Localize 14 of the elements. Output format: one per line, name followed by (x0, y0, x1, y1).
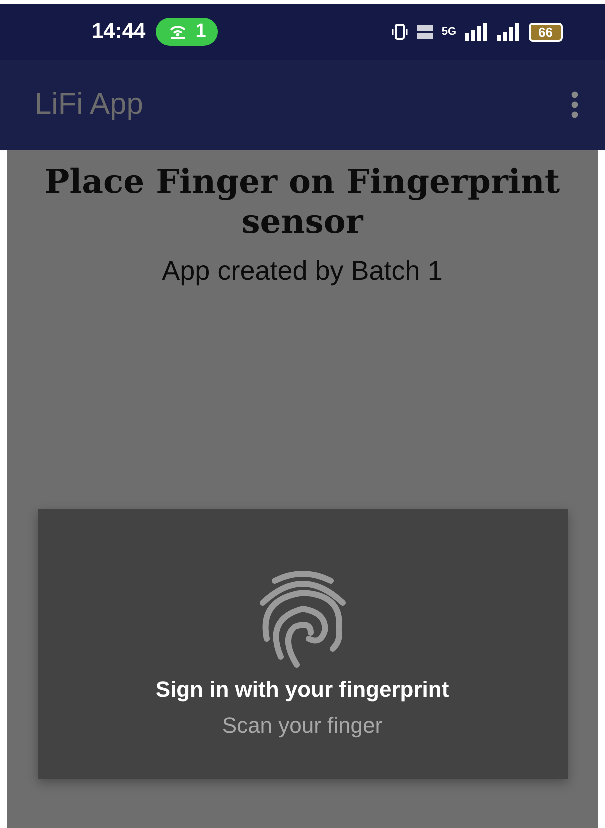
dialog-message: Scan your finger (222, 713, 383, 739)
dialog-title: Sign in with your fingerprint (156, 677, 450, 703)
hotspot-icon (168, 24, 188, 40)
hotspot-badge: 1 (156, 18, 218, 46)
app-title: LiFi App (35, 88, 144, 122)
more-menu-icon[interactable] (571, 91, 579, 119)
clock-time: 14:44 (92, 20, 146, 44)
heading: Place Finger on Fingerprint sensor (44, 162, 562, 242)
signal-icon (496, 23, 521, 41)
signal-icon (464, 23, 489, 41)
subtitle: App created by Batch 1 (162, 256, 443, 287)
battery-indicator: 66 (528, 22, 563, 42)
network-label: 5G (442, 26, 457, 38)
vibrate-icon (392, 23, 408, 41)
